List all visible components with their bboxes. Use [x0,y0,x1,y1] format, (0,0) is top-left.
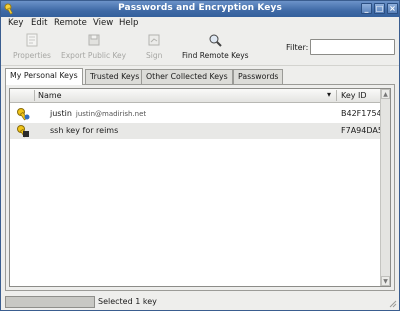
column-separator [336,90,337,101]
resize-grip-icon[interactable] [389,300,397,308]
ssh-key-icon [17,125,29,138]
progress-bar [5,296,95,308]
key-name-text: justin [50,109,72,118]
tab-my-personal-keys[interactable]: My Personal Keys [5,68,83,85]
sign-icon [148,34,160,46]
properties-button[interactable]: Properties [13,33,51,60]
properties-label: Properties [13,51,51,60]
key-name: justin justin@madirish.net [50,109,146,118]
column-key-id[interactable]: Key ID [341,91,367,100]
window-title: Passwords and Encryption Keys [118,3,282,13]
status-bar: Selected 1 key [1,294,399,310]
column-separator [34,90,35,101]
export-label: Export Public Key [61,51,127,60]
tab-trusted-keys[interactable]: Trusted Keys [85,69,145,84]
find-remote-keys-button[interactable]: Find Remote Keys [182,33,249,60]
keys-pane: Name ▾ Key ID justin justin@madirish.net … [5,84,395,291]
find-remote-keys-icon [209,34,222,47]
vertical-scrollbar[interactable]: ▲ ▼ [380,89,390,286]
scroll-up-icon[interactable]: ▲ [381,89,390,99]
key-name: ssh key for reims [50,126,119,135]
tab-passwords[interactable]: Passwords [233,69,284,84]
key-id: F7A94DA5 [341,126,383,135]
sort-arrow-icon[interactable]: ▾ [327,90,331,99]
menu-edit[interactable]: Edit [31,18,47,28]
find-remote-keys-label: Find Remote Keys [182,51,249,60]
scroll-down-icon[interactable]: ▼ [381,276,390,286]
key-list[interactable]: Name ▾ Key ID justin justin@madirish.net … [9,88,391,287]
menu-remote[interactable]: Remote [54,18,87,28]
minimize-button[interactable]: _ [361,3,372,14]
key-id: B42F1754 [341,109,382,118]
maximize-button[interactable]: □ [374,3,385,14]
export-icon [88,34,100,46]
column-name[interactable]: Name [38,91,62,100]
menu-key[interactable]: Key [8,18,23,28]
sign-label: Sign [146,51,163,60]
personal-key-icon [17,108,30,121]
title-bar[interactable]: Passwords and Encryption Keys _ □ × [1,1,399,17]
seahorse-window: Passwords and Encryption Keys _ □ × Key … [0,0,400,311]
list-header: Name ▾ Key ID [10,89,380,103]
export-public-key-button[interactable]: Export Public Key [61,33,126,60]
key-email: justin@madirish.net [75,110,147,118]
key-row[interactable]: ssh key for reims F7A94DA5 [10,123,383,139]
menu-bar: Key Edit Remote View Help [1,17,399,30]
close-button[interactable]: × [387,3,398,14]
sign-button[interactable]: Sign [146,33,162,60]
menu-help[interactable]: Help [119,18,138,28]
menu-view[interactable]: View [93,18,113,28]
filter-label: Filter: [286,43,309,52]
tab-other-collected-keys[interactable]: Other Collected Keys [141,69,233,84]
status-text: Selected 1 key [98,297,157,306]
key-row[interactable]: justin justin@madirish.net B42F1754 [10,106,382,122]
filter-input[interactable] [310,39,395,55]
properties-icon [26,33,38,47]
